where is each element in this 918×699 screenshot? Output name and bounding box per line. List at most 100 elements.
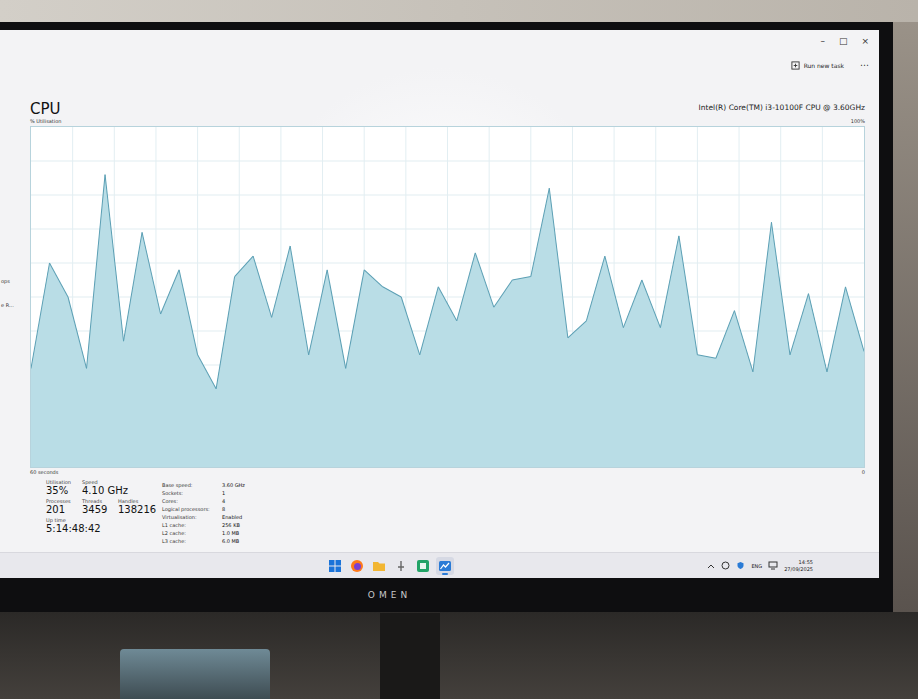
desk [0,612,918,699]
detail-label: L2 cache: [162,529,220,537]
x-start-label: 60 seconds [30,469,58,479]
chevron-up-icon[interactable] [707,562,715,570]
utilisation-area [31,175,864,467]
chart-segment [827,287,846,372]
stat: Processes201 [46,498,80,515]
grid-line [31,229,864,230]
chart-segment [87,175,106,369]
detail-label: Virtualisation: [162,513,220,521]
chart-segment [401,297,420,355]
detail-value: Enabled [222,513,245,521]
language-indicator[interactable]: ENG [751,563,762,569]
chart-segment [494,280,513,307]
chart-segment [383,287,402,297]
processor-name: Intel(R) Core(TM) i3-10100F CPU @ 3.60GH… [699,103,865,112]
page-title: CPU [30,100,61,118]
chart-segment [216,277,235,389]
chart-segment [105,175,124,342]
taskbar-app[interactable] [348,557,366,575]
stats: Utilisation35%Speed4.10 GHzProcesses201T… [46,479,152,545]
chart-segment [235,256,254,276]
monitor: –□×Run new task⋯opse R...CPU% Utilisatio… [0,22,893,612]
chart-segment [346,270,365,369]
detail-value: 1.0 MB [222,529,245,537]
chart-segment [327,270,346,369]
sidebar-item[interactable]: e R... [0,302,24,308]
window-control[interactable]: □ [839,36,848,46]
detail-value: 8 [222,505,245,513]
chart-segment [253,256,272,317]
detail-label: L1 cache: [162,521,220,529]
taskbar-app[interactable] [392,557,410,575]
run-new-task-button[interactable]: Run new task [787,59,848,72]
editor-icon [416,559,430,573]
app-icon [394,559,408,573]
window-control[interactable]: × [861,36,869,46]
chart-segment [142,232,161,314]
chart-segment [753,222,772,372]
brand-logo: OMEN [368,590,411,600]
chart-segment [475,253,494,307]
title-bar: – □ × [0,30,879,52]
monitor-icon[interactable] [768,561,778,570]
shield-icon[interactable] [736,561,745,570]
detail-value: 3.60 GHz [222,481,245,489]
sidebar-item[interactable]: ops [0,278,24,284]
chart-segment [623,280,642,328]
screen: –□×Run new task⋯opse R...CPU% Utilisatio… [0,30,879,578]
chart-segment [161,270,180,314]
detail-label: Cores: [162,497,220,505]
wall [893,22,918,612]
taskbar-app[interactable] [414,557,432,575]
clock[interactable]: 14:5527/09/2025 [784,559,813,573]
chart-segment [660,236,679,328]
taskbar-app[interactable] [370,557,388,575]
stat: Threads3459 [82,498,116,515]
desk-object [120,649,270,699]
chart-segment [198,355,217,389]
more-button[interactable]: ⋯ [860,60,869,70]
window-control[interactable]: – [820,36,825,46]
cloud-icon[interactable] [721,561,730,570]
max-label: 100% [851,118,865,124]
chart-segment [179,270,198,355]
taskbar-app[interactable] [326,557,344,575]
chart-segment [679,236,698,355]
chart-segment [31,263,50,368]
chart-segment [309,270,328,355]
x-end-label: 0 [862,469,865,479]
toolbar: Run new task ⋯ [0,52,879,78]
chart-segment [272,246,291,317]
photo: –□×Run new task⋯opse R...CPU% Utilisatio… [0,0,918,699]
chart-segment [531,188,550,276]
taskbar-app[interactable] [436,557,454,575]
grid-line [31,161,864,162]
details: Base speed:3.60 GHzSockets:1Cores:4Logic… [162,479,245,545]
stat: Utilisation35% [46,479,80,496]
chart-segment [68,297,87,368]
grid-line [31,195,864,196]
chart-segment [790,294,809,355]
chart-segment [420,287,439,355]
chart-segment [845,287,864,352]
stat: Speed4.10 GHz [82,479,128,496]
folder-icon [372,559,386,573]
chart-segment [734,311,753,372]
chart-segment [642,280,661,328]
chart-segment [124,232,143,341]
detail-label: Sockets: [162,489,220,497]
chart-segment [364,270,383,287]
chart-segment [290,246,309,355]
chart-segment [568,321,587,338]
stat: Up time5:14:48:42 [46,517,101,534]
task-manager-icon [438,559,452,573]
chart-segment [512,277,531,280]
chart-segment [438,287,457,321]
detail-value: 1 [222,489,245,497]
detail-label: Logical processors: [162,505,220,513]
detail-label: L3 cache: [162,537,220,545]
cpu-panel: CPU% UtilisationIntel(R) Core(TM) i3-101… [24,78,879,552]
chart-segment [716,311,735,359]
chart-segment [50,263,69,297]
taskbar: ENG 14:5527/09/2025 [0,552,879,578]
